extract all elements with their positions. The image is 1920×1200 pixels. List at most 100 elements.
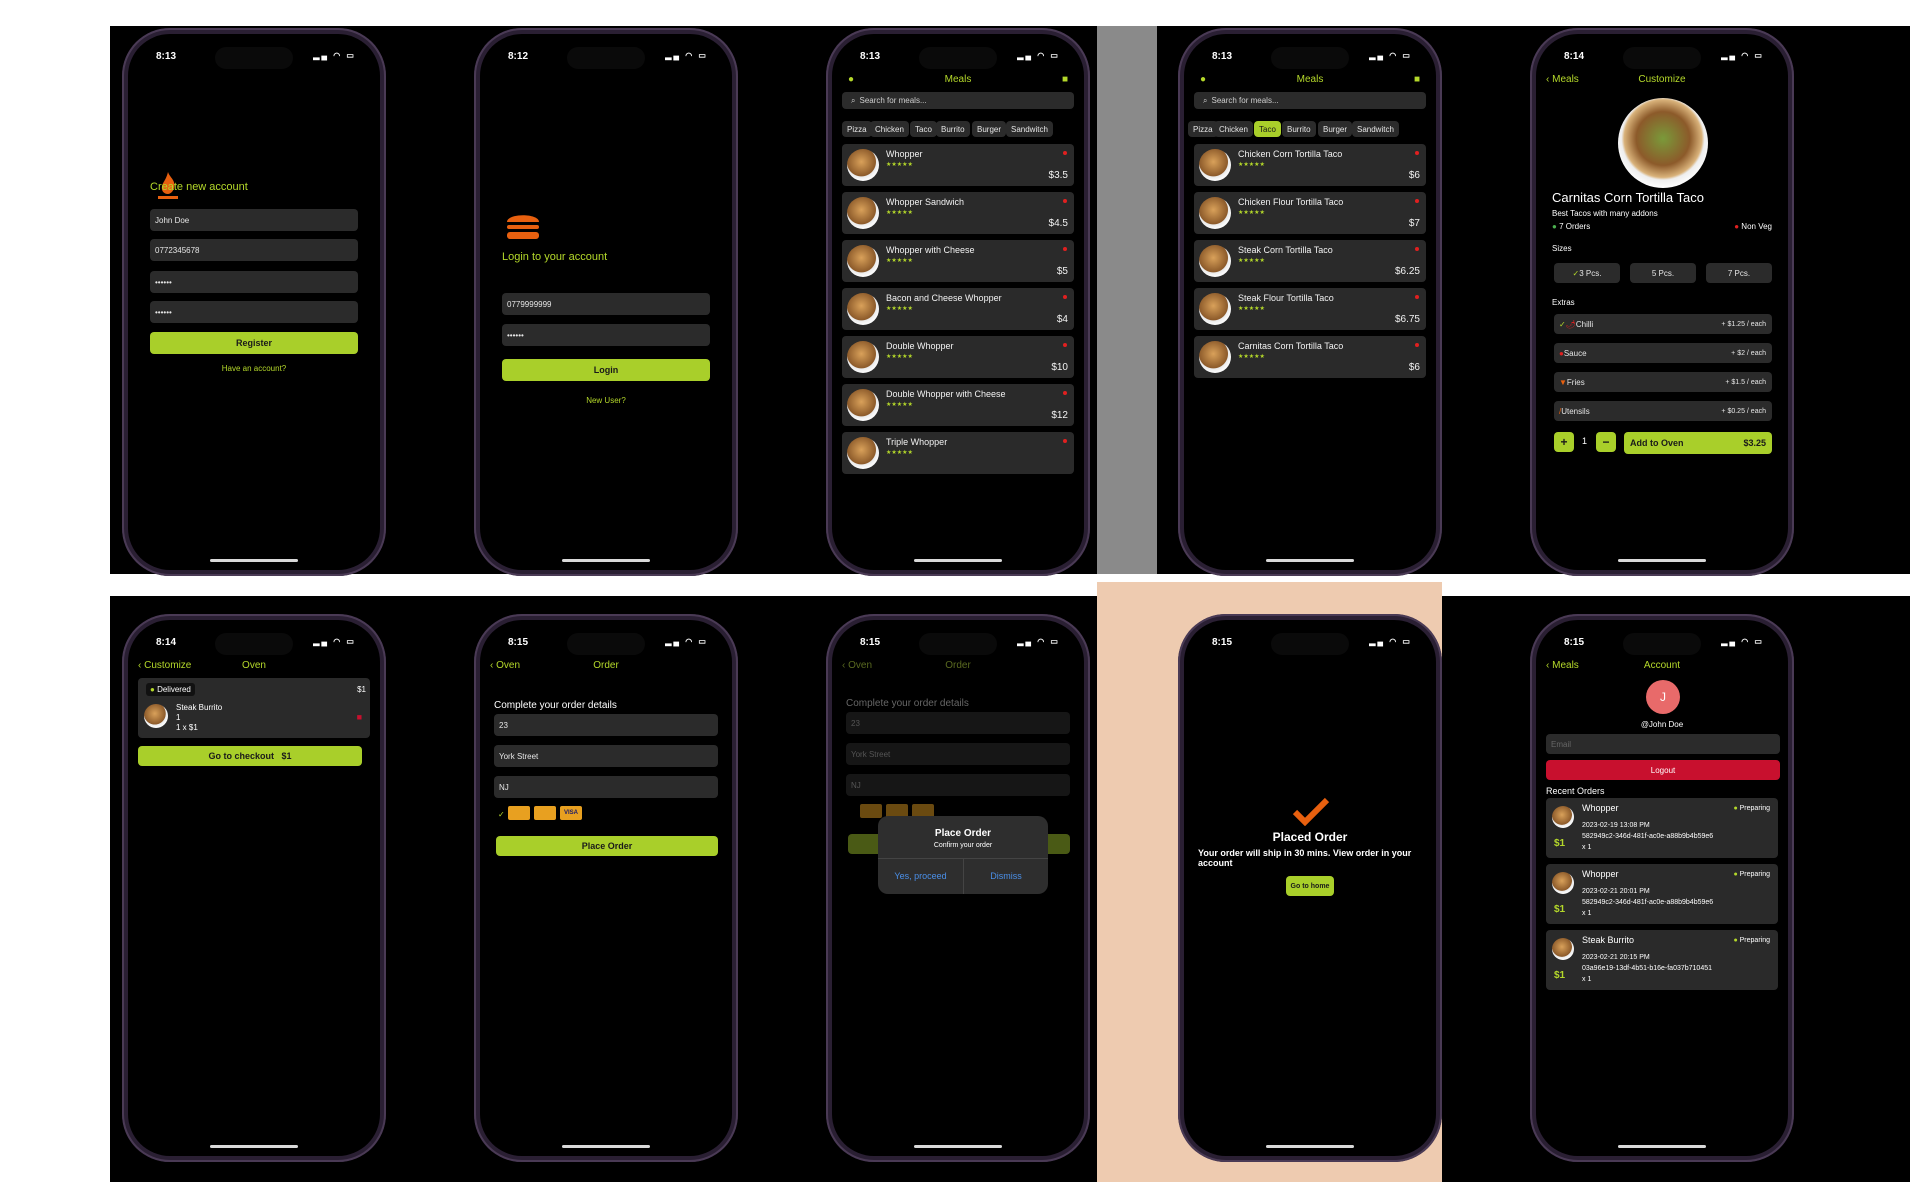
size-option-5[interactable]: 5 Pcs.: [1630, 263, 1696, 283]
go-home-button[interactable]: Go to home: [1286, 876, 1334, 896]
category-chip-chicken[interactable]: Chicken: [870, 121, 909, 137]
home-indicator[interactable]: [210, 1145, 298, 1148]
meal-card[interactable]: Triple Whopper ★★★★★: [842, 432, 1074, 474]
extra-price: + $0.25 / each: [1721, 407, 1766, 415]
meal-card[interactable]: Carnitas Corn Tortilla Taco ★★★★★ $6: [1194, 336, 1426, 378]
meal-card[interactable]: Steak Flour Tortilla Taco ★★★★★ $6.75: [1194, 288, 1426, 330]
order-id: 582949c2-346d-481f-ac0e-a88b9b4b59e6: [1582, 833, 1714, 840]
email-field[interactable]: Email: [1546, 734, 1780, 754]
house-number-field[interactable]: 23: [494, 714, 718, 736]
meal-card[interactable]: Chicken Corn Tortilla Taco ★★★★★ $6: [1194, 144, 1426, 186]
alert-dismiss-button[interactable]: Dismiss: [964, 858, 1048, 894]
name-field[interactable]: John Doe: [150, 209, 358, 231]
home-indicator[interactable]: [562, 1145, 650, 1148]
state-field[interactable]: NJ: [494, 776, 718, 798]
login-button[interactable]: Login: [502, 359, 710, 381]
search-input[interactable]: ⌕ Search for meals...: [842, 92, 1074, 109]
meal-name: Chicken Corn Tortilla Taco: [1238, 149, 1343, 159]
meal-price: $7: [1408, 218, 1420, 229]
new-user-link[interactable]: New User?: [480, 396, 732, 405]
category-chip-sandwitch[interactable]: Sandwitch: [1006, 121, 1053, 137]
home-indicator[interactable]: [914, 559, 1002, 562]
cart-icon[interactable]: ■: [1062, 74, 1068, 85]
password-field[interactable]: ••••••: [502, 324, 710, 346]
place-order-button[interactable]: Place Order: [496, 836, 718, 856]
add-to-oven-button[interactable]: Add to Oven $3.25: [1624, 432, 1772, 454]
meal-card[interactable]: Double Whopper with Cheese ★★★★★ $12: [842, 384, 1074, 426]
state-field[interactable]: NJ: [846, 774, 1070, 796]
register-button[interactable]: Register: [150, 332, 358, 354]
category-chip-burrito[interactable]: Burrito: [1282, 121, 1316, 137]
status-time: 8:13: [156, 51, 177, 62]
mastercard-icon[interactable]: [534, 806, 556, 820]
mastercard-icon[interactable]: [860, 804, 882, 818]
meal-card[interactable]: Steak Corn Tortilla Taco ★★★★★ $6.25: [1194, 240, 1426, 282]
order-card[interactable]: Steak Burrito ● Preparing 2023-02-21 20:…: [1546, 930, 1778, 990]
quantity-plus-button[interactable]: +: [1554, 432, 1574, 452]
meal-card[interactable]: Whopper Sandwich ★★★★★ $4.5: [842, 192, 1074, 234]
trash-icon[interactable]: ■: [357, 712, 362, 722]
size-option-7[interactable]: 7 Pcs.: [1706, 263, 1772, 283]
password-field[interactable]: ••••••: [150, 271, 358, 293]
category-chip-burger[interactable]: Burger: [1318, 121, 1353, 137]
add-to-oven-price: $3.25: [1743, 438, 1766, 448]
screen-tacos: 8:13 ▂▄ ◠ ▭ ● Meals ■ ⌕ Search for meals..…: [1184, 34, 1436, 570]
logout-button[interactable]: Logout: [1546, 760, 1780, 780]
have-account-link[interactable]: Have an account?: [128, 364, 380, 373]
size-option-3[interactable]: ✓ 3 Pcs.: [1554, 263, 1620, 283]
status-time: 8:15: [508, 637, 529, 648]
quantity-minus-button[interactable]: −: [1596, 432, 1616, 452]
order-date: 2023-02-21 20:15 PM: [1582, 954, 1650, 961]
mastercard-icon[interactable]: [508, 806, 530, 820]
home-indicator[interactable]: [1266, 1145, 1354, 1148]
extra-fries[interactable]: ▼ Fries + $1.5 / each: [1554, 372, 1772, 392]
confirm-password-field[interactable]: ••••••: [150, 301, 358, 323]
signal-wifi-battery-icon: ▂▄ ◠ ▭: [1017, 51, 1060, 60]
home-indicator[interactable]: [914, 1145, 1002, 1148]
screen-register: 8:13 ▂▄ ◠ ▭ Create new account John Doe 0…: [128, 34, 380, 570]
category-chip-taco[interactable]: Taco: [910, 121, 937, 137]
meal-card[interactable]: Double Whopper ★★★★★ $10: [842, 336, 1074, 378]
order-card[interactable]: Whopper ● Preparing 2023-02-19 13:08 PM …: [1546, 798, 1778, 858]
category-chip-taco[interactable]: Taco: [1254, 121, 1281, 137]
order-name: Steak Burrito: [1582, 935, 1635, 945]
item-qty: 1: [176, 713, 181, 722]
page-title: Login to your account: [502, 251, 608, 263]
category-chip-burger[interactable]: Burger: [972, 121, 1007, 137]
extra-sauce[interactable]: ● Sauce + $2 / each: [1554, 343, 1772, 363]
category-chip-burrito[interactable]: Burrito: [936, 121, 970, 137]
meal-card[interactable]: Chicken Flour Tortilla Taco ★★★★★ $7: [1194, 192, 1426, 234]
extra-chilli[interactable]: ✓ 🌶 Chilli + $1.25 / each: [1554, 314, 1772, 334]
street-field[interactable]: York Street: [494, 745, 718, 767]
alert-proceed-button[interactable]: Yes, proceed: [878, 858, 963, 894]
non-veg-dot: [1415, 199, 1419, 203]
order-card[interactable]: Whopper ● Preparing 2023-02-21 20:01 PM …: [1546, 864, 1778, 924]
order-date: 2023-02-21 20:01 PM: [1582, 888, 1650, 895]
home-indicator[interactable]: [1266, 559, 1354, 562]
avatar[interactable]: J: [1646, 680, 1680, 714]
meal-card[interactable]: Whopper ★★★★★ $3.5: [842, 144, 1074, 186]
search-input[interactable]: ⌕ Search for meals...: [1194, 92, 1426, 109]
phone-field[interactable]: 0772345678: [150, 239, 358, 261]
meal-card[interactable]: Bacon and Cheese Whopper ★★★★★ $4: [842, 288, 1074, 330]
visa-icon[interactable]: VISA: [560, 806, 582, 820]
extra-utensils[interactable]: / Utensils + $0.25 / each: [1554, 401, 1772, 421]
home-indicator[interactable]: [210, 559, 298, 562]
meal-name: Carnitas Corn Tortilla Taco: [1552, 190, 1704, 205]
meal-image: [1199, 197, 1231, 229]
home-indicator[interactable]: [1618, 1145, 1706, 1148]
checkout-button[interactable]: Go to checkout $1: [138, 746, 362, 766]
home-indicator[interactable]: [1618, 559, 1706, 562]
category-chip-sandwitch[interactable]: Sandwitch: [1352, 121, 1399, 137]
signal-wifi-battery-icon: ▂▄ ◠ ▭: [1369, 51, 1412, 60]
category-chip-pizza[interactable]: Pizza: [842, 121, 872, 137]
street-field[interactable]: York Street: [846, 743, 1070, 765]
home-indicator[interactable]: [562, 559, 650, 562]
house-number-field[interactable]: 23: [846, 712, 1070, 734]
cart-icon[interactable]: ■: [1414, 74, 1420, 85]
meal-card[interactable]: Whopper with Cheese ★★★★★ $5: [842, 240, 1074, 282]
category-chip-chicken[interactable]: Chicken: [1214, 121, 1253, 137]
status-bar: 8:15 ▂▄ ◠ ▭: [480, 637, 732, 653]
phone-field[interactable]: 0779999999: [502, 293, 710, 315]
phone-order-confirm: 8:15 ▂▄ ◠ ▭ ‹ Oven Order Complete your or…: [826, 614, 1090, 1162]
